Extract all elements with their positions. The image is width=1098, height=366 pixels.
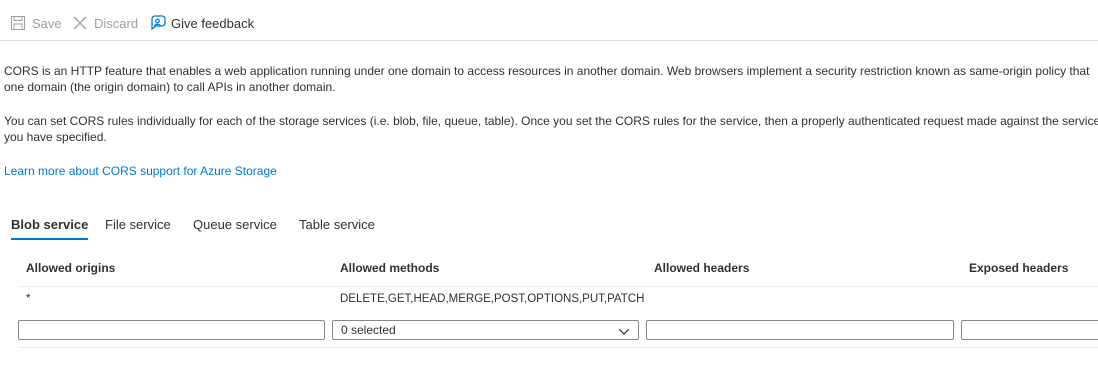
description-line: one domain (the origin domain) to call A… xyxy=(4,80,336,94)
description-line: you have specified. xyxy=(4,130,107,144)
chevron-down-icon xyxy=(618,324,630,336)
allowed-headers-input[interactable] xyxy=(646,320,954,340)
cors-rules-description: You can set CORS rules individually for … xyxy=(4,113,1098,145)
column-header-allowed-methods: Allowed methods xyxy=(340,261,440,275)
row-allowed-origins: * xyxy=(26,293,31,305)
description-line: You can set CORS rules individually for … xyxy=(4,114,1098,128)
column-header-allowed-headers: Allowed headers xyxy=(654,261,750,275)
exposed-headers-input[interactable] xyxy=(961,320,1098,340)
discard-label: Discard xyxy=(94,15,139,31)
table-divider xyxy=(18,286,1098,287)
table-divider xyxy=(18,347,1098,348)
discard-button[interactable]: Discard xyxy=(72,12,138,34)
learn-more-link[interactable]: Learn more about CORS support for Azure … xyxy=(4,164,277,178)
allowed-methods-selected: 0 selected xyxy=(341,323,396,337)
column-header-allowed-origins: Allowed origins xyxy=(26,261,116,275)
tab-table-service[interactable]: Table service xyxy=(299,216,375,240)
save-button[interactable]: Save xyxy=(10,12,62,34)
tab-file-service[interactable]: File service xyxy=(105,216,171,240)
give-feedback-button[interactable]: Give feedback xyxy=(149,12,254,34)
row-allowed-methods: DELETE,GET,HEAD,MERGE,POST,OPTIONS,PUT,P… xyxy=(340,293,645,305)
save-label: Save xyxy=(32,15,62,31)
save-icon xyxy=(10,15,26,31)
tab-queue-service[interactable]: Queue service xyxy=(193,216,277,240)
give-feedback-label: Give feedback xyxy=(171,15,255,31)
description-line: CORS is an HTTP feature that enables a w… xyxy=(4,64,1090,78)
allowed-origins-input[interactable] xyxy=(18,320,325,340)
cors-description: CORS is an HTTP feature that enables a w… xyxy=(4,63,1098,95)
command-bar: Save Discard Give feedback xyxy=(0,0,1098,41)
tab-blob-service[interactable]: Blob service xyxy=(11,216,89,240)
column-header-exposed-headers: Exposed headers xyxy=(969,261,1069,275)
close-icon xyxy=(72,15,88,31)
allowed-methods-dropdown[interactable]: 0 selected xyxy=(332,320,639,340)
feedback-icon xyxy=(149,15,166,31)
cors-settings-page: Save Discard Give feedback CORS is an HT… xyxy=(0,0,1098,366)
